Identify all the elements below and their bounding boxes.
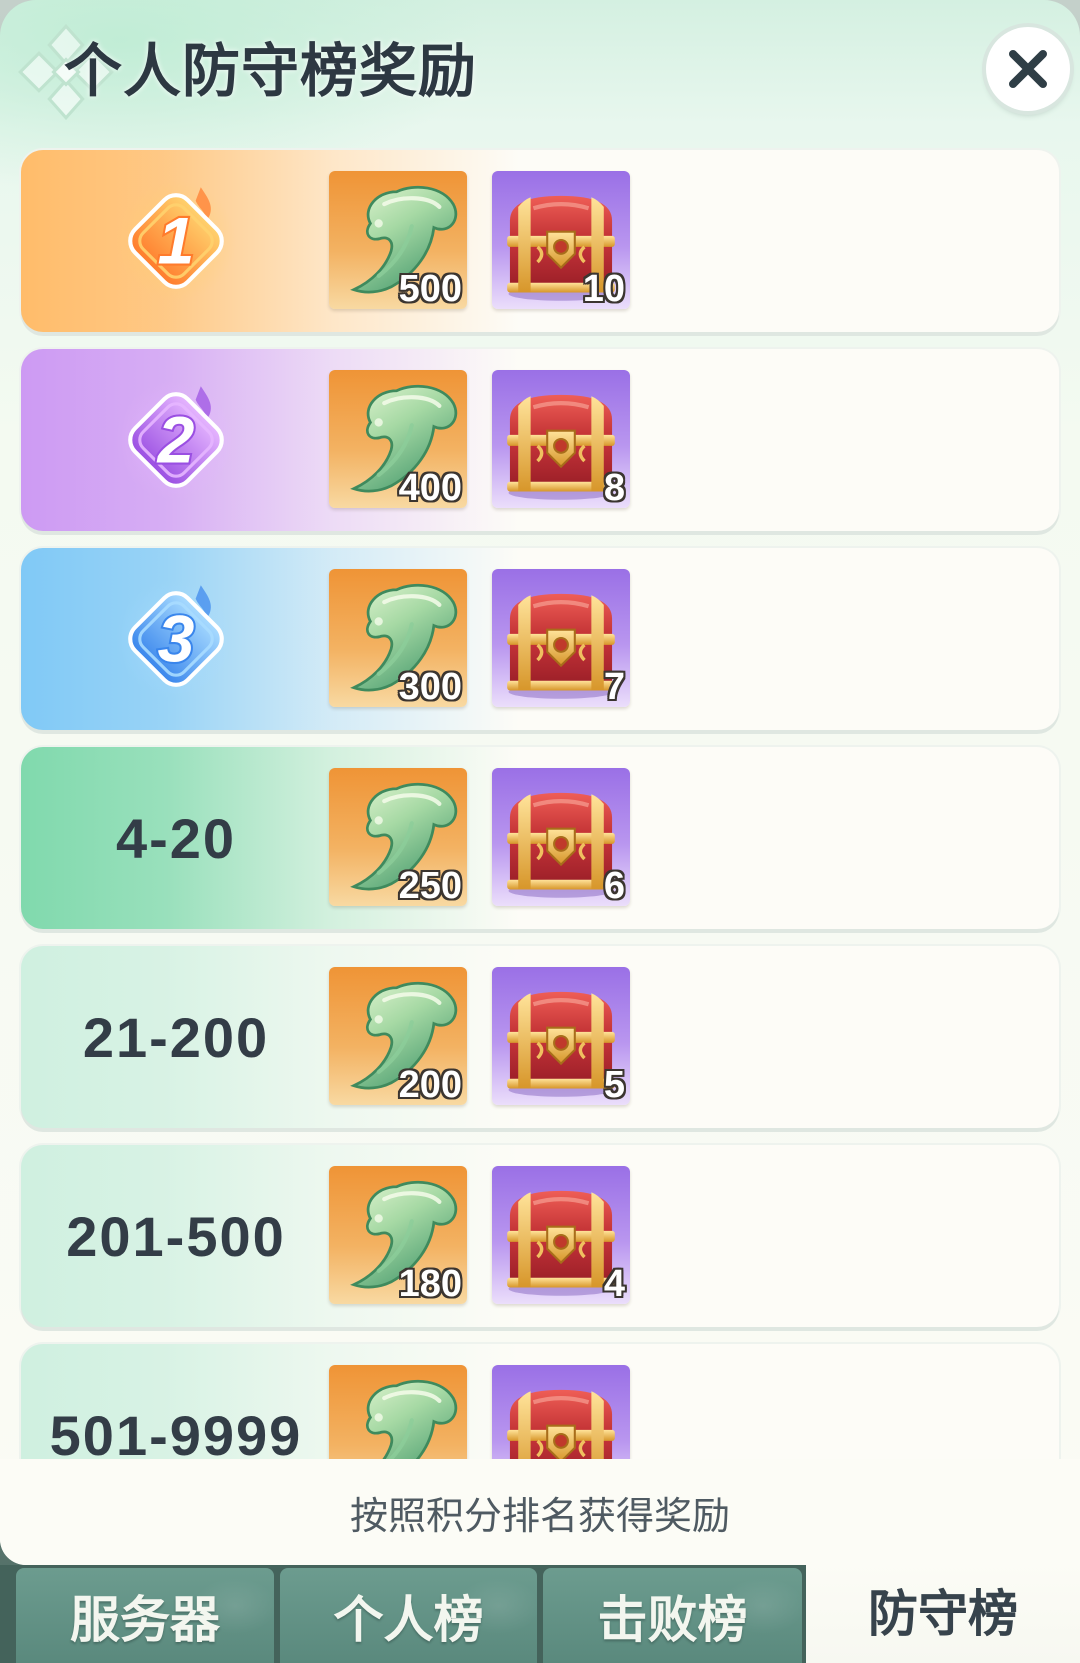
reward-list-viewport[interactable]: 1 500 10 2 400 8 3 300 7 4-20 250 6 21-200 200 5 201-50… — [0, 140, 1080, 1459]
rank-number: 3 — [158, 603, 195, 677]
treasure-chest-reward-item[interactable]: 8 — [492, 370, 630, 508]
tab-personal[interactable]: 个人榜 — [280, 1568, 537, 1663]
rank-range: 501-9999 — [49, 1403, 303, 1460]
treasure-chest-reward-item[interactable]: 10 — [492, 171, 630, 309]
rank-range: 21-200 — [82, 1005, 270, 1069]
item-count: 500 — [398, 268, 462, 309]
reward-row: 2 400 8 — [21, 349, 1059, 531]
reward-row: 201-500 180 4 — [21, 1145, 1059, 1327]
jade-feather-reward-item[interactable]: 200 — [329, 967, 467, 1105]
tab-label: 击败榜 — [597, 1591, 748, 1648]
reward-panel: 个人防守榜奖励 1 500 10 2 400 8 3 300 7 4-20 250 6 21-200 20… — [0, 0, 1080, 1565]
treasure-chest-reward-item[interactable] — [492, 1365, 630, 1459]
jade-feather-reward-item[interactable]: 300 — [329, 569, 467, 707]
item-count: 200 — [398, 1064, 462, 1105]
tab-label: 个人榜 — [333, 1591, 484, 1648]
reward-row: 1 500 10 — [21, 150, 1059, 332]
tab-label: 防守榜 — [868, 1586, 1018, 1642]
jade-feather-reward-item[interactable]: 400 — [329, 370, 467, 508]
treasure-chest-reward-item[interactable]: 5 — [492, 967, 630, 1105]
rank-badge-icon: 3 — [116, 579, 236, 699]
tab-label: 服务器 — [70, 1591, 220, 1648]
rank-cell: 3 — [21, 548, 331, 730]
tab-server[interactable]: 服务器 — [16, 1568, 274, 1663]
close-icon — [1009, 50, 1047, 88]
treasure-chest-icon — [492, 1365, 630, 1459]
rank-number: 1 — [158, 205, 195, 279]
rank-badge-icon: 1 — [116, 181, 236, 301]
close-button[interactable] — [986, 27, 1070, 111]
reward-list: 1 500 10 2 400 8 3 300 7 4-20 250 6 21-200 200 5 201-50… — [21, 150, 1059, 1459]
treasure-chest-reward-item[interactable]: 7 — [492, 569, 630, 707]
rank-range: 4-20 — [115, 806, 237, 870]
item-count: 250 — [398, 865, 462, 906]
jade-feather-reward-item[interactable]: 180 — [329, 1166, 467, 1304]
tab-bar: 服务器 个人榜 击败榜 防守榜 — [0, 1557, 1080, 1663]
panel-title: 个人防守榜奖励 — [64, 39, 478, 104]
reward-row: 3 300 7 — [21, 548, 1059, 730]
rank-cell: 201-500 — [21, 1145, 331, 1327]
item-count: 300 — [398, 666, 462, 707]
item-count: 4 — [603, 1263, 625, 1304]
rank-cell: 1 — [21, 150, 331, 332]
reward-row: 21-200 200 5 — [21, 946, 1059, 1128]
rank-cell: 4-20 — [21, 747, 331, 929]
item-count: 400 — [398, 467, 462, 508]
jade-feather-icon — [329, 1365, 467, 1459]
rank-number: 2 — [156, 404, 195, 478]
treasure-chest-reward-item[interactable]: 6 — [492, 768, 630, 906]
tab-defeat[interactable]: 击败榜 — [543, 1568, 802, 1663]
rank-cell: 21-200 — [21, 946, 331, 1128]
reward-row: 501-9999 — [21, 1344, 1059, 1459]
item-count: 10 — [582, 268, 625, 309]
rank-badge-icon: 2 — [116, 380, 236, 500]
reward-row: 4-20 250 6 — [21, 747, 1059, 929]
footer-note: 按照积分排名获得奖励 — [349, 1495, 730, 1538]
jade-feather-reward-item[interactable]: 250 — [329, 768, 467, 906]
item-count: 5 — [603, 1064, 625, 1105]
item-count: 180 — [398, 1263, 462, 1304]
jade-feather-reward-item[interactable]: 500 — [329, 171, 467, 309]
jade-feather-reward-item[interactable] — [329, 1365, 467, 1459]
item-count: 6 — [603, 865, 625, 906]
rank-cell: 501-9999 — [21, 1344, 331, 1460]
item-count: 8 — [603, 467, 625, 508]
tab-defense[interactable]: 防守榜 — [806, 1557, 1080, 1663]
item-count: 7 — [603, 666, 625, 707]
treasure-chest-reward-item[interactable]: 4 — [492, 1166, 630, 1304]
rank-range: 201-500 — [66, 1204, 286, 1268]
rank-cell: 2 — [21, 349, 331, 531]
footer: 按照积分排名获得奖励 — [0, 1459, 1080, 1565]
